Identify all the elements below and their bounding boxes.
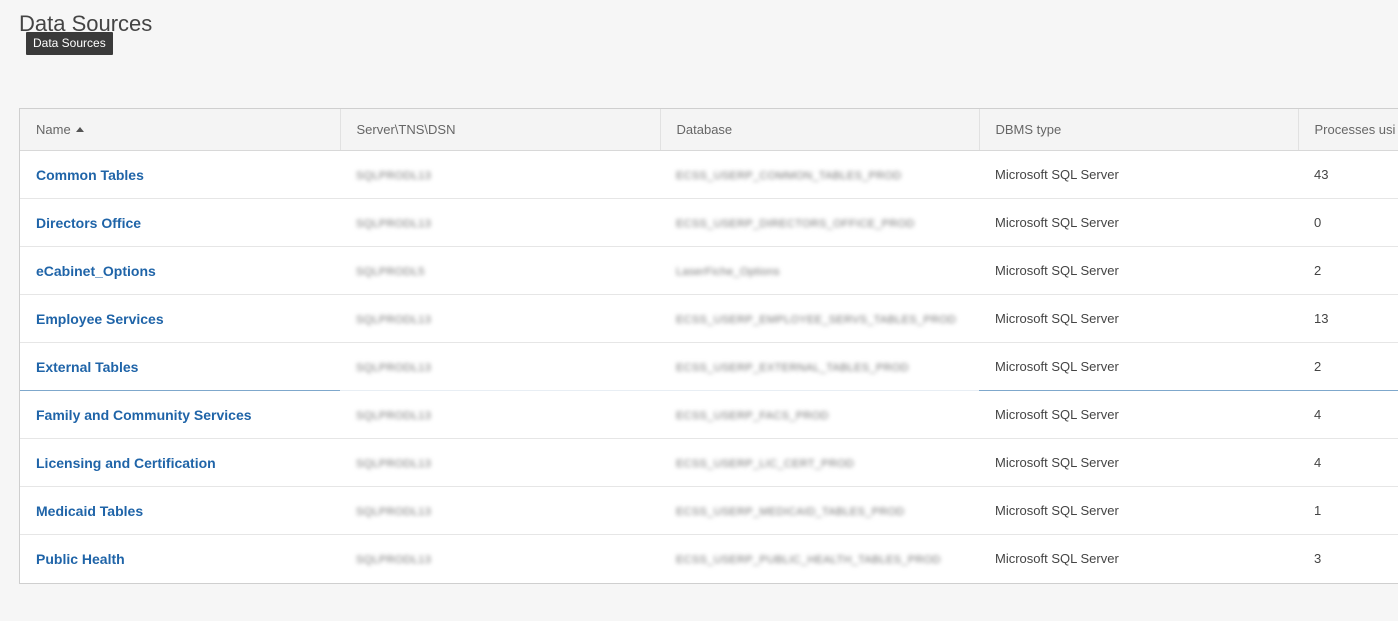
data-source-link[interactable]: Licensing and Certification [36,455,216,471]
cell-processes: 2 [1298,246,1398,295]
table-row[interactable]: Employee Services SQLPRODL13 ECSS_USERP_… [20,294,1398,343]
server-value: SQLPRODL13 [356,410,432,422]
table-row[interactable]: eCabinet_Options SQLPRODL5 LaserFiche_Op… [20,246,1398,295]
data-source-link[interactable]: Directors Office [36,215,141,231]
data-source-link[interactable]: Family and Community Services [36,407,252,423]
server-value: SQLPRODL13 [356,554,432,566]
cell-processes: 2 [1298,342,1398,391]
cell-dbms-type: Microsoft SQL Server [979,342,1298,391]
column-header-processes[interactable]: Processes usi [1298,109,1398,151]
cell-database: LaserFiche_Options [660,246,979,295]
database-value: ECSS_USERP_LIC_CERT_PROD [676,458,855,470]
cell-server: SQLPRODL13 [340,294,660,343]
table-row[interactable]: Directors Office SQLPRODL13 ECSS_USERP_D… [20,198,1398,247]
database-value: ECSS_USERP_EXTERNAL_TABLES_PROD [676,362,909,374]
server-value: SQLPRODL5 [356,266,425,278]
cell-dbms-type: Microsoft SQL Server [979,390,1298,439]
cell-server: SQLPRODL13 [340,486,660,535]
data-sources-grid: Name Server\TNS\DSN Database DBMS type P… [19,108,1398,584]
table-row[interactable]: Family and Community Services SQLPRODL13… [20,390,1398,439]
cell-name: Directors Office [20,198,340,247]
data-sources-table: Name Server\TNS\DSN Database DBMS type P… [20,109,1398,582]
cell-processes: 1 [1298,486,1398,535]
database-value: ECSS_USERP_MEDICAID_TABLES_PROD [676,506,905,518]
cell-name: Licensing and Certification [20,438,340,487]
column-header-database[interactable]: Database [660,109,980,151]
cell-database: ECSS_USERP_FACS_PROD [660,390,979,439]
tooltip: Data Sources [26,32,113,55]
cell-database: ECSS_USERP_PUBLIC_HEALTH_TABLES_PROD [660,534,979,582]
cell-dbms-type: Microsoft SQL Server [979,246,1298,295]
server-value: SQLPRODL13 [356,506,432,518]
database-value: ECSS_USERP_DIRECTORS_OFFICE_PROD [676,218,915,230]
cell-processes: 0 [1298,198,1398,247]
cell-server: SQLPRODL13 [340,534,660,582]
table-row[interactable]: Common Tables SQLPRODL13 ECSS_USERP_COMM… [20,150,1398,199]
cell-name: eCabinet_Options [20,246,340,295]
data-source-link[interactable]: External Tables [36,359,138,375]
table-row[interactable]: Licensing and Certification SQLPRODL13 E… [20,438,1398,487]
table-row-hovered[interactable]: External Tables SQLPRODL13 ECSS_USERP_EX… [20,342,1398,391]
table-row[interactable]: Public Health SQLPRODL13 ECSS_USERP_PUBL… [20,534,1398,583]
column-header-name-label: Name [36,122,71,137]
data-source-link[interactable]: Common Tables [36,167,144,183]
server-value: SQLPRODL13 [356,170,432,182]
cell-database: ECSS_USERP_EMPLOYEE_SERVS_TABLES_PROD [660,294,979,343]
cell-dbms-type: Microsoft SQL Server [979,486,1298,535]
cell-database: ECSS_USERP_EXTERNAL_TABLES_PROD [660,342,979,391]
cell-dbms-type: Microsoft SQL Server [979,198,1298,247]
cell-dbms-type: Microsoft SQL Server [995,551,1119,566]
cell-name: Employee Services [20,294,340,343]
data-source-link[interactable]: eCabinet_Options [36,263,156,279]
cell-database: ECSS_USERP_LIC_CERT_PROD [660,438,979,487]
server-value: SQLPRODL13 [356,314,432,326]
cell-server: SQLPRODL5 [340,246,660,295]
table-row[interactable]: Medicaid Tables SQLPRODL13 ECSS_USERP_ME… [20,486,1398,535]
cell-server: SQLPRODL13 [340,198,660,247]
cell-dbms-type: Microsoft SQL Server [979,438,1298,487]
database-value: LaserFiche_Options [676,266,780,278]
server-value: SQLPRODL13 [356,362,432,374]
cell-server: SQLPRODL13 [340,438,660,487]
cell-name: Family and Community Services [20,390,340,439]
cell-processes: 4 [1298,390,1398,439]
cell-server: SQLPRODL13 [340,390,660,439]
server-value: SQLPRODL13 [356,218,432,230]
cell-processes: 13 [1298,294,1398,343]
data-source-link[interactable]: Medicaid Tables [36,503,143,519]
cell-dbms-type: Microsoft SQL Server [979,150,1298,199]
cell-processes: 43 [1298,150,1398,199]
data-source-link[interactable]: Employee Services [36,311,164,327]
database-value: ECSS_USERP_EMPLOYEE_SERVS_TABLES_PROD [676,314,957,326]
cell-name: Public Health [20,535,340,583]
cell-server: SQLPRODL13 [340,150,660,199]
header-row: Name Server\TNS\DSN Database DBMS type P… [20,109,1398,151]
cell-database: ECSS_USERP_COMMON_TABLES_PROD [660,150,979,199]
cell-name: Common Tables [20,150,340,199]
cell-processes: 4 [1298,438,1398,487]
cell-processes: 3 [1314,551,1322,566]
cell-database: ECSS_USERP_MEDICAID_TABLES_PROD [660,486,979,535]
cell-dbms-type: Microsoft SQL Server [979,294,1298,343]
database-value: ECSS_USERP_FACS_PROD [676,410,829,422]
cell-name: External Tables [20,342,340,391]
column-header-name[interactable]: Name [20,109,341,151]
database-value: ECSS_USERP_PUBLIC_HEALTH_TABLES_PROD [676,554,941,566]
data-source-link[interactable]: Public Health [36,551,125,567]
column-header-server[interactable]: Server\TNS\DSN [340,109,661,151]
cell-name: Medicaid Tables [20,486,340,535]
database-value: ECSS_USERP_COMMON_TABLES_PROD [676,170,902,182]
cell-server: SQLPRODL13 [340,342,660,391]
cell-database: ECSS_USERP_DIRECTORS_OFFICE_PROD [660,198,979,247]
server-value: SQLPRODL13 [356,458,432,470]
column-header-dbms-type[interactable]: DBMS type [979,109,1299,151]
sort-ascending-icon [75,127,84,132]
